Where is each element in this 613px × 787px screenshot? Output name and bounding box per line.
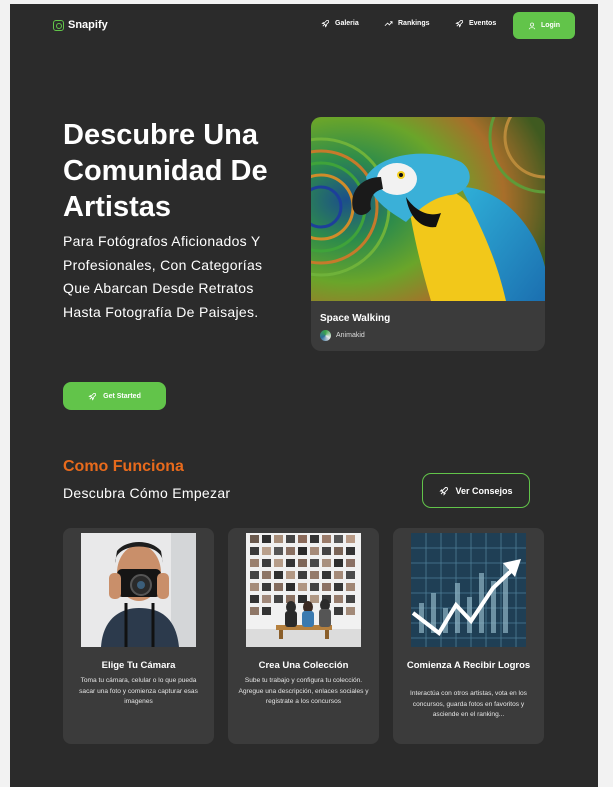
nav-link-eventos[interactable]: Eventos	[455, 19, 496, 28]
rocket-icon	[455, 19, 464, 28]
camera-icon	[53, 19, 64, 31]
photographer-image	[81, 533, 196, 647]
step-card: Crea Una Colección Sube tu trabajo y con…	[228, 528, 379, 744]
view-tips-button[interactable]: Ver Consejos	[422, 473, 530, 508]
step-card: Comienza A Recibir Logros Interactúa con…	[393, 528, 544, 744]
step-title: Elige Tu Cámara	[101, 660, 176, 671]
nav-link-rankings[interactable]: Rankings	[384, 19, 430, 28]
brand-name: Snapify	[68, 19, 108, 31]
nav-link-galeria[interactable]: Galeria	[321, 19, 359, 28]
page: Snapify Galeria Rankings Eventos Login D…	[10, 4, 598, 787]
login-button[interactable]: Login	[513, 12, 575, 39]
section-title: Como Funciona	[63, 458, 184, 475]
step-description: Interactúa con otros artistas, vota en l…	[410, 690, 527, 718]
hero-title: Descubre Una Comunidad De Artistas	[63, 119, 268, 223]
rocket-icon	[321, 19, 330, 28]
step-title: Crea Una Colección	[258, 660, 349, 671]
rocket-icon	[88, 392, 97, 401]
avatar	[320, 330, 331, 341]
rocket-icon	[439, 486, 449, 496]
featured-artwork-card[interactable]: Space Walking Animakid	[311, 117, 545, 351]
parrot-image	[311, 117, 545, 301]
user-icon	[528, 22, 536, 29]
step-card: Elige Tu Cámara Toma tu cámara, celular …	[63, 528, 214, 744]
growth-chart-image	[411, 533, 526, 647]
navbar: Snapify Galeria Rankings Eventos Login	[10, 4, 598, 48]
artwork-author[interactable]: Animakid	[320, 330, 365, 341]
step-description: Sube tu trabajo y configura tu colección…	[238, 677, 369, 705]
gallery-wall-image	[246, 533, 361, 647]
artwork-title: Space Walking	[320, 313, 391, 324]
section-subtitle: Descubra Cómo Empezar	[63, 485, 231, 501]
trend-icon	[384, 21, 393, 27]
get-started-button[interactable]: Get Started	[63, 382, 166, 410]
step-title: Comienza A Recibir Logros	[406, 660, 531, 671]
hero-subtitle: Para Fotógrafos Aficionados Y Profesiona…	[63, 233, 263, 320]
brand-logo[interactable]: Snapify	[53, 19, 108, 31]
step-description: Toma tu cámara, celular o lo que pueda s…	[79, 677, 198, 705]
